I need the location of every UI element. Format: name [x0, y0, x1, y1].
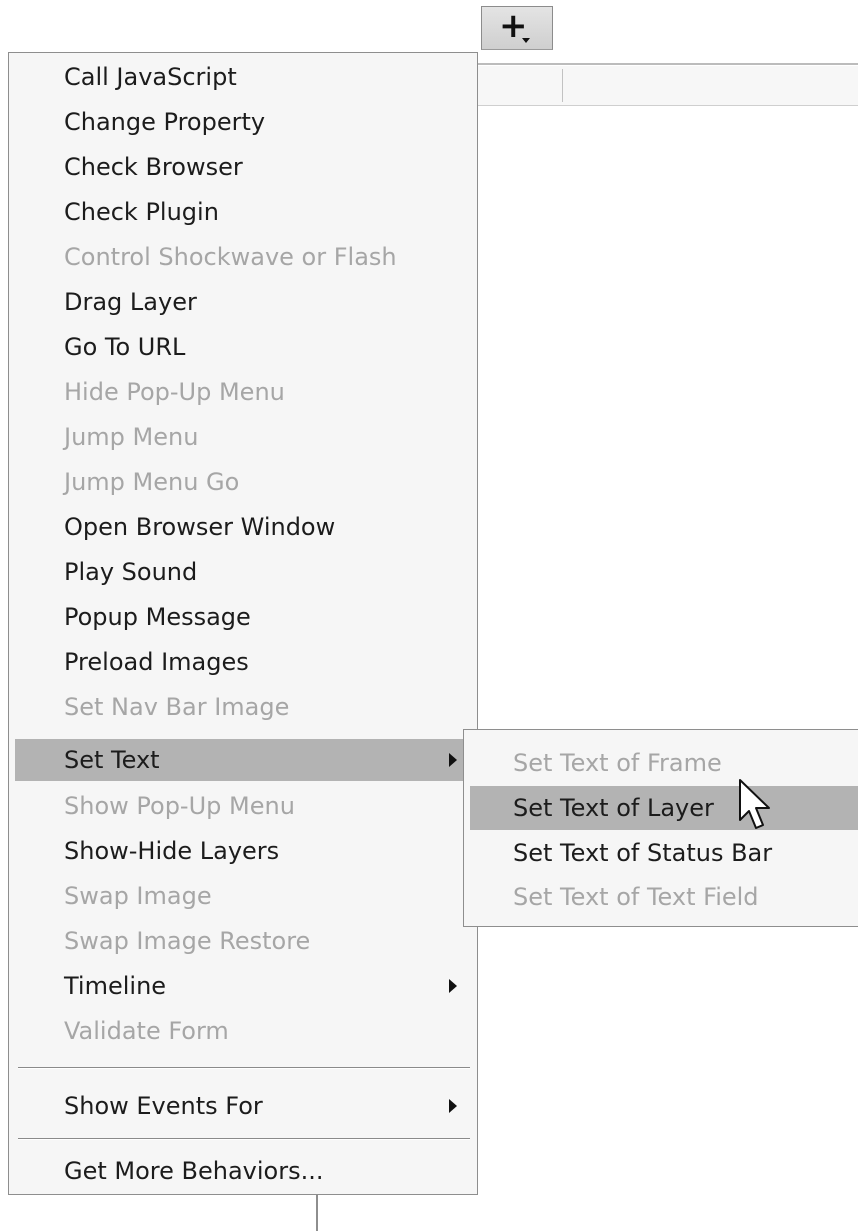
menu-item-validate-form: Validate Form — [15, 1009, 471, 1053]
menu-item-play-sound[interactable]: Play Sound — [15, 550, 471, 594]
menu-item-label: Change Property — [64, 108, 266, 136]
menu-item-label: Swap Image Restore — [64, 927, 311, 955]
menu-item-label: Validate Form — [64, 1017, 229, 1045]
submenu-item-label: Set Text of Text Field — [513, 883, 759, 911]
submenu-item-label: Set Text of Status Bar — [513, 839, 773, 867]
menu-item-check-plugin[interactable]: Check Plugin — [15, 190, 471, 234]
submenu-arrow-icon — [449, 1099, 457, 1113]
set-text-submenu: Set Text of Frame Set Text of Layer Set … — [463, 729, 858, 927]
menu-item-label: Check Plugin — [64, 198, 219, 226]
menu-item-label: Set Nav Bar Image — [64, 693, 290, 721]
menu-item-preload-images[interactable]: Preload Images — [15, 640, 471, 684]
add-behavior-button[interactable]: + — [481, 6, 553, 50]
menu-item-label: Open Browser Window — [64, 513, 336, 541]
menu-item-label: Set Text — [64, 746, 160, 774]
menu-item-call-javascript[interactable]: Call JavaScript — [15, 55, 471, 99]
menu-item-popup-message[interactable]: Popup Message — [15, 595, 471, 639]
menu-item-jump-menu-go: Jump Menu Go — [15, 460, 471, 504]
menu-separator — [18, 1067, 470, 1069]
menu-item-label: Show-Hide Layers — [64, 837, 280, 865]
submenu-arrow-icon — [449, 753, 457, 767]
menu-item-show-pop-up-menu: Show Pop-Up Menu — [15, 784, 471, 828]
menu-item-label: Show Events For — [64, 1092, 263, 1120]
menu-item-label: Control Shockwave or Flash — [64, 243, 397, 271]
menu-item-jump-menu: Jump Menu — [15, 415, 471, 459]
menu-item-label: Jump Menu Go — [64, 468, 240, 496]
menu-item-label: Preload Images — [64, 648, 249, 676]
menu-item-timeline[interactable]: Timeline — [15, 964, 471, 1008]
menu-item-go-to-url[interactable]: Go To URL — [15, 325, 471, 369]
panel-border — [316, 1195, 318, 1231]
menu-item-get-more-behaviors[interactable]: Get More Behaviors... — [15, 1149, 471, 1193]
menu-item-swap-image-restore: Swap Image Restore — [15, 919, 471, 963]
mouse-pointer-icon — [739, 779, 770, 829]
menu-item-swap-image: Swap Image — [15, 874, 471, 918]
menu-item-show-events-for[interactable]: Show Events For — [15, 1084, 471, 1128]
menu-item-open-browser-window[interactable]: Open Browser Window — [15, 505, 471, 549]
column-divider[interactable] — [562, 69, 563, 102]
submenu-item-set-text-of-layer[interactable]: Set Text of Layer — [470, 786, 858, 830]
dropdown-caret-icon — [522, 38, 530, 43]
menu-item-set-text[interactable]: Set Text — [15, 739, 471, 781]
menu-item-set-nav-bar-image: Set Nav Bar Image — [15, 685, 471, 729]
menu-item-label: Go To URL — [64, 333, 186, 361]
submenu-item-label: Set Text of Frame — [513, 749, 722, 777]
menu-item-label: Timeline — [64, 972, 167, 1000]
menu-item-label: Popup Message — [64, 603, 251, 631]
menu-item-label: Check Browser — [64, 153, 243, 181]
menu-item-label: Jump Menu — [64, 423, 199, 451]
menu-item-label: Hide Pop-Up Menu — [64, 378, 285, 406]
behaviors-list-header — [478, 66, 858, 106]
menu-item-show-hide-layers[interactable]: Show-Hide Layers — [15, 829, 471, 873]
submenu-item-label: Set Text of Layer — [513, 794, 714, 822]
menu-separator — [18, 1138, 470, 1140]
menu-item-change-property[interactable]: Change Property — [15, 100, 471, 144]
panel-top-border — [478, 63, 858, 65]
menu-item-check-browser[interactable]: Check Browser — [15, 145, 471, 189]
menu-item-label: Drag Layer — [64, 288, 197, 316]
menu-item-label: Show Pop-Up Menu — [64, 792, 295, 820]
menu-item-label: Play Sound — [64, 558, 198, 586]
submenu-item-set-text-of-frame: Set Text of Frame — [470, 741, 858, 785]
menu-item-label: Swap Image — [64, 882, 212, 910]
submenu-item-set-text-of-text-field: Set Text of Text Field — [470, 875, 858, 919]
menu-item-label: Get More Behaviors... — [64, 1157, 324, 1185]
behaviors-menu: Call JavaScript Change Property Check Br… — [8, 52, 478, 1195]
submenu-arrow-icon — [449, 979, 457, 993]
submenu-item-set-text-of-status-bar[interactable]: Set Text of Status Bar — [470, 831, 858, 875]
menu-item-control-shockwave-or-flash: Control Shockwave or Flash — [15, 235, 471, 279]
menu-item-drag-layer[interactable]: Drag Layer — [15, 280, 471, 324]
menu-item-label: Call JavaScript — [64, 63, 237, 91]
menu-item-hide-pop-up-menu: Hide Pop-Up Menu — [15, 370, 471, 414]
